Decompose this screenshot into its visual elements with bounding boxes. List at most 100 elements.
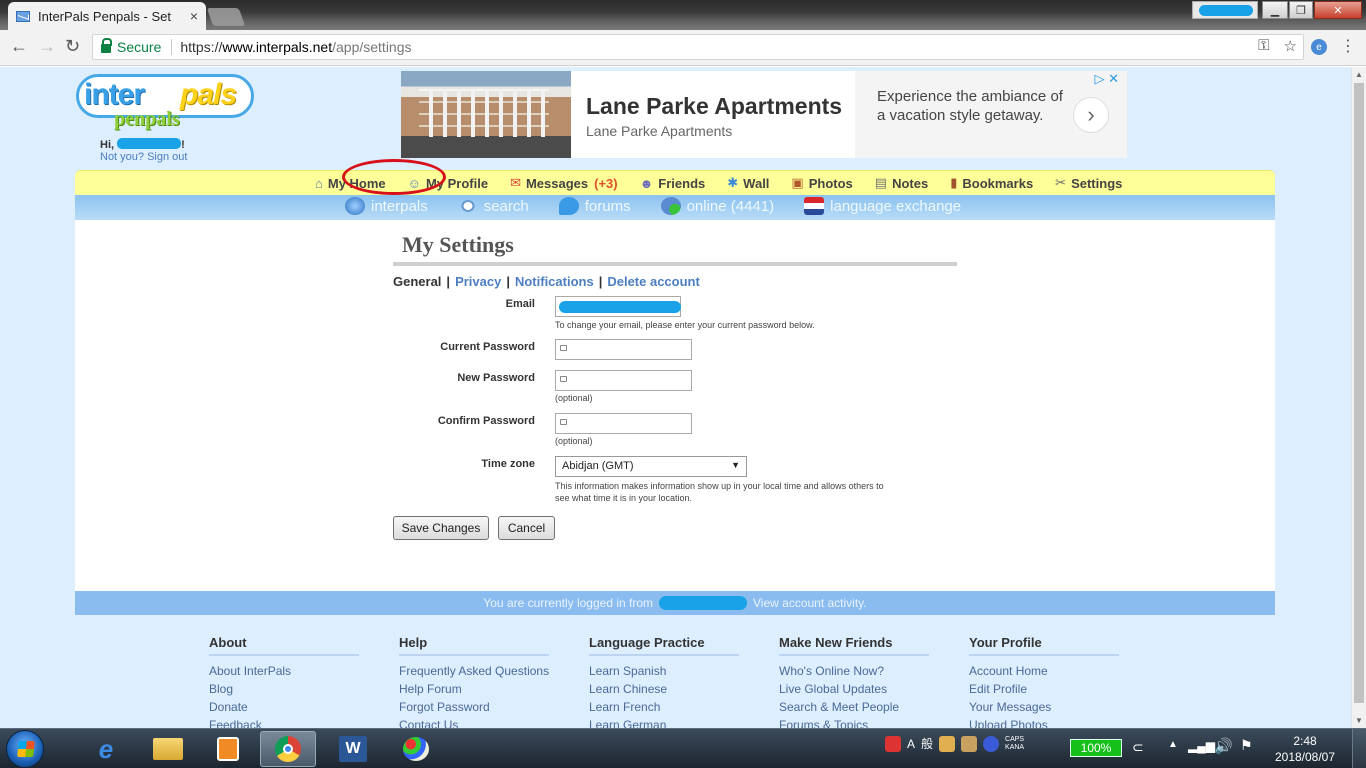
footer-link[interactable]: Your Messages — [969, 698, 1119, 716]
interpals-logo[interactable]: inter pals penpals — [76, 72, 256, 134]
subnav-label: online (4441) — [686, 197, 775, 215]
footer-link[interactable]: Feedback — [209, 716, 359, 728]
footer-link[interactable]: Who's Online Now? — [779, 662, 929, 680]
system-tray: A 般 CAPS KANA — [885, 735, 1024, 752]
logo-penpals: penpals — [114, 108, 180, 130]
footer-link[interactable]: Learn German — [589, 716, 739, 728]
tray-app-icon[interactable] — [885, 735, 901, 752]
footer-link[interactable]: Edit Profile — [969, 680, 1119, 698]
nav-settings[interactable]: ✂ Settings — [1055, 175, 1122, 191]
magnifier-icon — [457, 197, 478, 215]
show-hidden-icons[interactable]: ▲ — [1168, 739, 1178, 750]
ime-mode[interactable]: 般 — [921, 735, 933, 752]
bookmark-star-icon[interactable]: ☆ — [1284, 37, 1297, 55]
chrome-icon[interactable] — [260, 731, 316, 767]
subnav-interpals[interactable]: interpals — [345, 197, 428, 215]
key-icon[interactable]: ⚿ — [1258, 37, 1269, 55]
ime-a[interactable]: A — [907, 737, 915, 751]
help-icon[interactable] — [983, 735, 1000, 752]
footer-link[interactable]: Learn French — [589, 698, 739, 716]
footer-link[interactable]: Blog — [209, 680, 359, 698]
photos-icon: ▣ — [791, 175, 804, 190]
scroll-down-arrow-icon[interactable]: ▼ — [1355, 716, 1363, 725]
address-bar[interactable]: Secure https://www.interpals.net/app/set… — [92, 34, 1304, 60]
nav-label: Photos — [808, 175, 853, 191]
clock[interactable]: 2:48 2018/08/07 — [1268, 733, 1342, 765]
close-window-button[interactable]: ✕ — [1314, 1, 1362, 19]
ime-tool-icon[interactable] — [939, 735, 956, 752]
greeting-prefix: Hi, — [100, 139, 115, 151]
new-password-field[interactable] — [555, 370, 692, 391]
subnav-online[interactable]: online (4441) — [660, 197, 775, 215]
timezone-select[interactable]: Abidjan (GMT) ▼ — [555, 456, 747, 477]
nav-bookmarks[interactable]: ▮ Bookmarks — [950, 175, 1033, 191]
volume-icon[interactable]: 🔊 — [1214, 737, 1233, 755]
ad-headline[interactable]: Lane Parke Apartments — [586, 93, 842, 120]
action-center-flag-icon[interactable]: ⚑ — [1240, 737, 1253, 754]
subnav-forums[interactable]: forums — [558, 197, 631, 215]
forward-arrow-icon[interactable]: → — [38, 36, 56, 57]
battery-indicator[interactable]: 100% — [1070, 739, 1122, 757]
subnav-search[interactable]: search — [457, 197, 529, 215]
page-scrollbar[interactable]: ▲ ▼ — [1351, 67, 1366, 728]
save-changes-button[interactable]: Save Changes — [393, 516, 489, 540]
media-player-icon[interactable] — [200, 731, 256, 767]
ad-arrow-button[interactable]: › — [1073, 97, 1109, 133]
show-desktop-button[interactable] — [1352, 729, 1366, 768]
start-button[interactable] — [6, 730, 44, 768]
internet-explorer-icon[interactable]: e — [78, 731, 134, 767]
advertisement[interactable]: Lane Parke Apartments Lane Parke Apartme… — [401, 71, 1127, 158]
ad-choices-icon[interactable]: ▷ ✕ — [1094, 71, 1119, 87]
back-arrow-icon[interactable]: ← — [10, 36, 28, 57]
file-explorer-icon[interactable] — [140, 731, 196, 767]
tab-general[interactable]: General — [393, 274, 441, 289]
paint-icon[interactable] — [388, 731, 444, 767]
browser-menu-icon[interactable]: ⋮ — [1340, 36, 1356, 56]
subnav-language-exchange[interactable]: language exchange — [804, 197, 961, 215]
nav-friends[interactable]: ☻ Friends — [640, 175, 706, 191]
reload-icon[interactable]: ↻ — [65, 36, 80, 57]
view-activity-link[interactable]: View account activity. — [753, 596, 867, 610]
nav-photos[interactable]: ▣ Photos — [791, 175, 852, 191]
current-password-field[interactable] — [555, 339, 692, 360]
cancel-button[interactable]: Cancel — [498, 516, 555, 540]
nav-notes[interactable]: ▤ Notes — [875, 175, 928, 191]
email-field[interactable] — [555, 296, 681, 317]
nav-wall[interactable]: ✱ Wall — [727, 175, 769, 191]
footer-link[interactable]: Learn Chinese — [589, 680, 739, 698]
scroll-up-arrow-icon[interactable]: ▲ — [1355, 70, 1363, 79]
ad-copy-panel: Experience the ambiance of a vacation st… — [855, 71, 1127, 158]
browser-tab[interactable]: InterPals Penpals - Set × — [8, 2, 206, 30]
scroll-thumb[interactable] — [1354, 83, 1364, 703]
footer-link[interactable]: Forgot Password — [399, 698, 549, 716]
sign-out-link[interactable]: Not you? Sign out — [100, 151, 187, 163]
tab-delete-account[interactable]: Delete account — [607, 274, 699, 289]
footer-link[interactable]: About InterPals — [209, 662, 359, 680]
minimize-button[interactable]: ▁ — [1262, 1, 1288, 19]
maximize-button[interactable]: ❐ — [1289, 1, 1313, 19]
tab-close-icon[interactable]: × — [190, 8, 198, 24]
ad-subline: Lane Parke Apartments — [586, 123, 733, 139]
tab-notifications[interactable]: Notifications — [515, 274, 594, 289]
ime-pad-icon[interactable] — [961, 735, 978, 752]
footer-link[interactable]: Account Home — [969, 662, 1119, 680]
nav-label: Friends — [658, 175, 706, 191]
footer-link[interactable]: Forums & Topics — [779, 716, 929, 728]
new-tab-button[interactable] — [206, 8, 246, 26]
footer-link[interactable]: Live Global Updates — [779, 680, 929, 698]
extension-icon[interactable]: e — [1311, 39, 1327, 55]
power-plug-icon[interactable]: ⊂ — [1132, 739, 1144, 756]
footer-link[interactable]: Upload Photos — [969, 716, 1119, 728]
nav-messages[interactable]: ✉ Messages (+3) — [510, 175, 618, 191]
confirm-password-field[interactable] — [555, 413, 692, 434]
url-text[interactable]: https://www.interpals.net/app/settings — [180, 39, 411, 55]
footer-link[interactable]: Donate — [209, 698, 359, 716]
footer-link[interactable]: Contact Us — [399, 716, 549, 728]
footer-link[interactable]: Learn Spanish — [589, 662, 739, 680]
footer-link[interactable]: Frequently Asked Questions — [399, 662, 549, 680]
tab-privacy[interactable]: Privacy — [455, 274, 501, 289]
footer-link[interactable]: Help Forum — [399, 680, 549, 698]
word-icon[interactable]: W — [325, 731, 381, 767]
network-signal-icon[interactable]: ▂▄▆ — [1188, 739, 1215, 753]
footer-link[interactable]: Search & Meet People — [779, 698, 929, 716]
